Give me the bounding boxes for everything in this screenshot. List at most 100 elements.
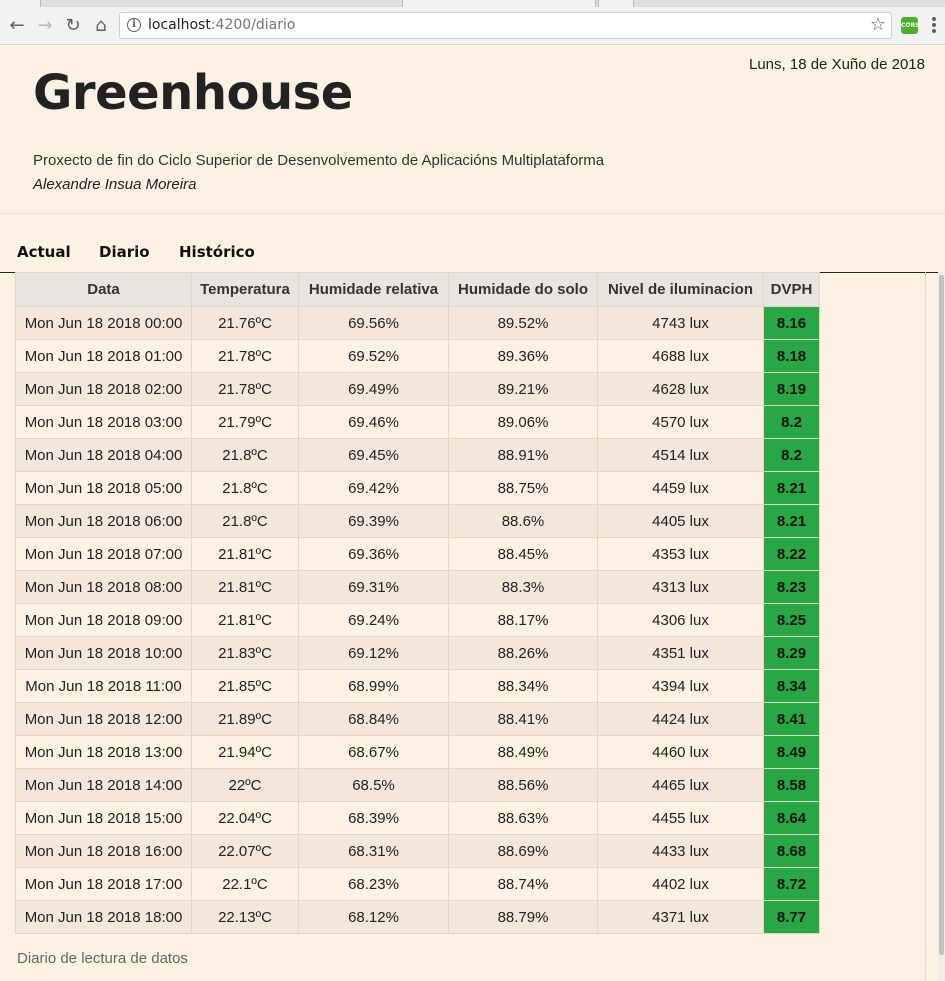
cell-date: Mon Jun 18 2018 17:00 xyxy=(15,867,192,901)
cell-date: Mon Jun 18 2018 01:00 xyxy=(15,339,192,373)
browser-tabs xyxy=(0,0,945,8)
column-header-data: Data xyxy=(15,272,192,307)
cell-relative-humidity: 69.56% xyxy=(298,306,449,340)
url-path: :4200/diario xyxy=(210,17,296,33)
tab-historico[interactable]: Histórico xyxy=(179,243,255,261)
cell-dvph: 8.21 xyxy=(763,471,820,505)
project-subtitle: Proxecto de fin do Ciclo Superior de Des… xyxy=(33,152,605,169)
home-icon[interactable]: ⌂ xyxy=(90,15,112,37)
cell-relative-humidity: 69.45% xyxy=(298,438,449,472)
cell-illumination: 4402 lux xyxy=(597,867,764,901)
cell-soil-humidity: 88.45% xyxy=(448,537,598,571)
table-row: Mon Jun 18 2018 13:00 21.94ºC 68.67% 88.49%… xyxy=(15,735,820,769)
cell-temperature: 21.8ºC xyxy=(191,471,299,505)
brand-title: Greenhouse xyxy=(33,65,353,121)
cell-soil-humidity: 88.3% xyxy=(448,570,598,604)
cell-temperature: 21.83ºC xyxy=(191,636,299,670)
cell-relative-humidity: 68.39% xyxy=(298,801,449,835)
cell-dvph: 8.49 xyxy=(763,735,820,769)
table-row: Mon Jun 18 2018 15:00 22.04ºC 68.39% 88.63%… xyxy=(15,801,820,835)
cell-relative-humidity: 68.84% xyxy=(298,702,449,736)
table-row: Mon Jun 18 2018 02:00 21.78ºC 69.49% 89.21%… xyxy=(15,372,820,406)
table-row: Mon Jun 18 2018 17:00 22.1ºC 68.23% 88.74% 4… xyxy=(15,867,820,901)
address-url[interactable]: localhost:4200/diario xyxy=(148,17,295,33)
cell-relative-humidity: 69.36% xyxy=(298,537,449,571)
cell-dvph: 8.23 xyxy=(763,570,820,604)
table-row: Mon Jun 18 2018 04:00 21.8ºC 69.45% 88.91% 4… xyxy=(15,438,820,472)
cell-dvph: 8.18 xyxy=(763,339,820,373)
cell-temperature: 21.79ºC xyxy=(191,405,299,439)
table-body: Mon Jun 18 2018 00:00 21.76ºC 69.56% 89.52%… xyxy=(15,306,820,934)
cell-relative-humidity: 69.49% xyxy=(298,372,449,406)
table-row: Mon Jun 18 2018 09:00 21.81ºC 69.24% 88.17%… xyxy=(15,603,820,637)
nav-tabs: Actual Diario Histórico xyxy=(0,241,941,273)
cell-relative-humidity: 68.99% xyxy=(298,669,449,703)
forward-arrow-icon[interactable]: → xyxy=(34,15,56,37)
cell-temperature: 21.78ºC xyxy=(191,372,299,406)
column-header-temperatura: Temperatura xyxy=(191,272,299,307)
content-border xyxy=(925,272,926,981)
cell-date: Mon Jun 18 2018 12:00 xyxy=(15,702,192,736)
cell-date: Mon Jun 18 2018 06:00 xyxy=(15,504,192,538)
cell-temperature: 22.13ºC xyxy=(191,900,299,934)
cell-dvph: 8.21 xyxy=(763,504,820,538)
cell-relative-humidity: 68.23% xyxy=(298,867,449,901)
cors-extension-icon[interactable]: CORS xyxy=(901,17,919,34)
cell-temperature: 21.81ºC xyxy=(191,603,299,637)
cell-temperature: 22.04ºC xyxy=(191,801,299,835)
cell-dvph: 8.72 xyxy=(763,867,820,901)
cell-relative-humidity: 69.42% xyxy=(298,471,449,505)
header-divider xyxy=(0,213,945,214)
cell-temperature: 22.07ºC xyxy=(191,834,299,868)
cell-relative-humidity: 69.52% xyxy=(298,339,449,373)
cell-relative-humidity: 69.12% xyxy=(298,636,449,670)
cell-date: Mon Jun 18 2018 04:00 xyxy=(15,438,192,472)
table-row: Mon Jun 18 2018 03:00 21.79ºC 69.46% 89.06%… xyxy=(15,405,820,439)
cell-soil-humidity: 89.52% xyxy=(448,306,598,340)
cell-date: Mon Jun 18 2018 02:00 xyxy=(15,372,192,406)
cell-soil-humidity: 89.06% xyxy=(448,405,598,439)
cell-dvph: 8.58 xyxy=(763,768,820,802)
cell-illumination: 4514 lux xyxy=(597,438,764,472)
cell-date: Mon Jun 18 2018 10:00 xyxy=(15,636,192,670)
cell-illumination: 4424 lux xyxy=(597,702,764,736)
cell-date: Mon Jun 18 2018 15:00 xyxy=(15,801,192,835)
cell-temperature: 21.8ºC xyxy=(191,504,299,538)
reload-icon[interactable]: ↻ xyxy=(62,15,84,37)
scrollbar-thumb[interactable] xyxy=(939,275,944,955)
cell-illumination: 4688 lux xyxy=(597,339,764,373)
cell-illumination: 4570 lux xyxy=(597,405,764,439)
readings-table: Data Temperatura Humidade relativa Humid… xyxy=(15,272,820,934)
column-header-humidade-solo: Humidade do solo xyxy=(448,272,598,307)
back-arrow-icon[interactable]: ← xyxy=(6,15,28,37)
cell-illumination: 4405 lux xyxy=(597,504,764,538)
address-bar[interactable]: i localhost:4200/diario ☆ xyxy=(119,12,892,39)
cell-temperature: 21.76ºC xyxy=(191,306,299,340)
site-info-icon[interactable]: i xyxy=(127,18,141,32)
cell-relative-humidity: 68.12% xyxy=(298,900,449,934)
cell-dvph: 8.25 xyxy=(763,603,820,637)
cell-dvph: 8.16 xyxy=(763,306,820,340)
cell-soil-humidity: 89.21% xyxy=(448,372,598,406)
tab-actual[interactable]: Actual xyxy=(17,243,71,261)
cell-dvph: 8.19 xyxy=(763,372,820,406)
cell-illumination: 4351 lux xyxy=(597,636,764,670)
cell-soil-humidity: 88.41% xyxy=(448,702,598,736)
column-header-dvph: DVPH xyxy=(763,272,820,307)
browser-menu-icon[interactable] xyxy=(931,16,937,36)
cell-temperature: 21.78ºC xyxy=(191,339,299,373)
cell-soil-humidity: 88.91% xyxy=(448,438,598,472)
cell-temperature: 22ºC xyxy=(191,768,299,802)
cell-temperature: 21.8ºC xyxy=(191,438,299,472)
cell-soil-humidity: 88.17% xyxy=(448,603,598,637)
cell-temperature: 21.85ºC xyxy=(191,669,299,703)
table-row: Mon Jun 18 2018 18:00 22.13ºC 68.12% 88.79%… xyxy=(15,900,820,934)
cell-soil-humidity: 89.36% xyxy=(448,339,598,373)
table-row: Mon Jun 18 2018 00:00 21.76ºC 69.56% 89.52%… xyxy=(15,306,820,340)
bookmark-star-icon[interactable]: ☆ xyxy=(870,14,886,35)
cell-date: Mon Jun 18 2018 11:00 xyxy=(15,669,192,703)
author-name: Alexandre Insua Moreira xyxy=(33,176,197,193)
tab-diario[interactable]: Diario xyxy=(99,243,150,261)
cell-dvph: 8.29 xyxy=(763,636,820,670)
cell-date: Mon Jun 18 2018 13:00 xyxy=(15,735,192,769)
